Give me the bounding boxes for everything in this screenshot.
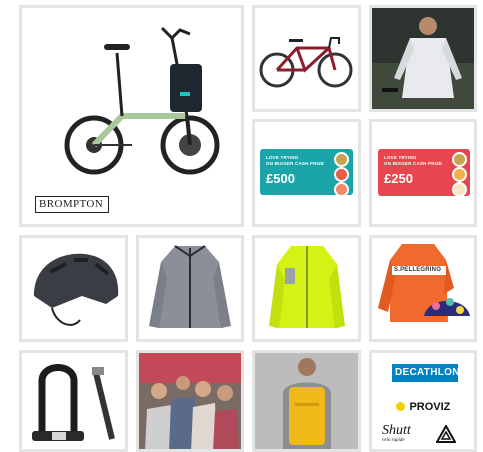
yellow-jacket-image [269,246,345,328]
prize-tile-sponsors[interactable]: DECATHLON PROVIZ Shutt velo rapide [369,350,477,452]
prize-tile-lock-and-pump[interactable] [19,350,128,452]
proviz-logo: PROVIZ [396,398,450,416]
prize-tile-reflective-jacket-photo[interactable] [369,5,477,112]
folding-bike-image [64,26,220,175]
voucher-amount-500: £500 [266,171,295,186]
prize-tile-voucher-500[interactable]: LOVE TRYING ON BIGGER CASH PRIZE £500 [252,119,361,227]
clock-icon [452,182,467,197]
medal-icon [334,152,349,167]
badge-icon [334,167,349,182]
brompton-logo: BROMPTON [35,196,109,213]
jersey-chest-text: S.PELLEGRINO [394,267,442,273]
voucher-card-250: LOVE TRYING ON BIGGER CASH PRIZE £250 [378,149,470,197]
grey-jacket-image [149,245,231,328]
prize-tile-helmet[interactable] [19,235,128,342]
voucher-card-500: LOVE TRYING ON BIGGER CASH PRIZE £500 [260,149,353,197]
prize-tile-backpack[interactable] [252,350,361,452]
backpack-image [255,353,358,449]
prize-tile-road-bike[interactable] [252,5,361,112]
prize-tile-yellow-jacket[interactable] [252,235,361,342]
helmet-image [34,253,119,326]
road-bike-image [259,37,353,88]
heart-icon [334,182,349,197]
triangle-logo-icon [436,425,456,443]
shutt-logo: Shutt velo rapide [382,423,411,444]
prize-tile-group-photo[interactable] [136,350,244,452]
orange-jersey-image [378,244,470,322]
prize-tile-brompton-bike[interactable]: BROMPTON [19,5,244,227]
lock-pump-image [32,364,115,441]
group-photo-image [139,353,241,449]
proviz-icon [396,402,405,412]
medal-icon [452,152,467,167]
badge-icon [452,167,467,182]
prize-tile-voucher-250[interactable]: LOVE TRYING ON BIGGER CASH PRIZE £250 [369,119,477,227]
prize-tile-pellegrino-jersey[interactable]: S.PELLEGRINO [369,235,477,342]
voucher-amount-250: £250 [384,171,413,186]
decathlon-logo: DECATHLON [392,364,459,382]
prize-tile-grey-jacket[interactable] [136,235,244,342]
rider-photo-image [372,8,474,109]
